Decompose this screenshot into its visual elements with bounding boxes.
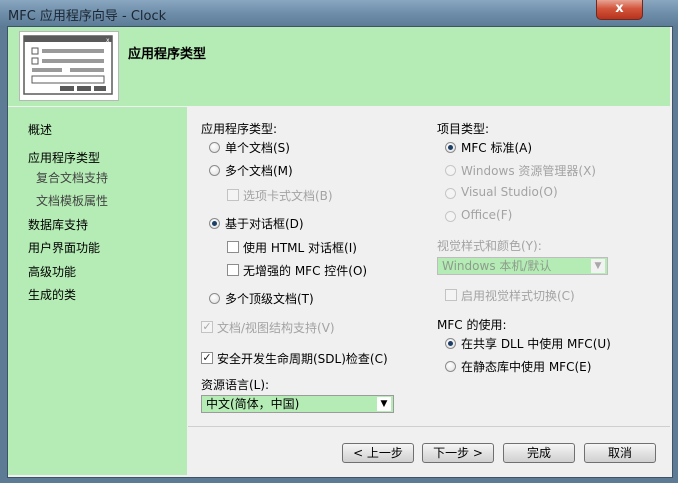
close-button[interactable]: x: [596, 0, 643, 20]
office-label: Office(F): [461, 208, 513, 222]
chevron-down-icon[interactable]: ▼: [591, 259, 605, 273]
check-icon: ✓: [202, 351, 212, 364]
wizard-illustration-icon: x: [19, 31, 119, 101]
nav-item-advanced[interactable]: 高级功能: [28, 263, 76, 280]
resource-lang-combo[interactable]: 中文(简体，中国) ▼: [201, 395, 394, 413]
visual-style-value: Windows 本机/默认: [442, 259, 552, 273]
app-type-label: 应用程序类型:: [201, 122, 278, 136]
html-dialog-checkbox[interactable]: [227, 241, 239, 253]
multi-doc-radio[interactable]: [209, 165, 220, 176]
check-icon: ✓: [202, 320, 212, 333]
nav-item-app-type[interactable]: 应用程序类型: [28, 149, 100, 166]
single-doc-radio[interactable]: [209, 142, 220, 153]
finish-button[interactable]: 完成: [503, 443, 575, 463]
dialog-based-radio[interactable]: [209, 218, 220, 229]
resource-lang-value: 中文(简体，中国): [206, 397, 300, 411]
mfc-use-label: MFC 的使用:: [437, 318, 507, 332]
sdl-checks-checkbox[interactable]: ✓: [201, 352, 213, 364]
nav-item-doc-template[interactable]: 文档模板属性: [36, 192, 108, 209]
doc-view-checkbox[interactable]: ✓: [201, 321, 213, 333]
no-enhanced-mfc-label: 无增强的 MFC 控件(O): [243, 264, 368, 278]
nav-item-compound-doc[interactable]: 复合文档支持: [36, 169, 108, 186]
button-divider: [188, 426, 670, 427]
visual-studio-radio[interactable]: [445, 188, 456, 199]
enable-style-switch-checkbox[interactable]: [445, 289, 457, 301]
explorer-radio[interactable]: [445, 165, 456, 176]
cancel-button[interactable]: 取消: [584, 443, 656, 463]
visual-studio-label: Visual Studio(O): [461, 185, 558, 199]
wizard-nav: 概述 应用程序类型 复合文档支持 文档模板属性 数据库支持 用户界面功能 高级功…: [8, 107, 187, 475]
nav-item-database[interactable]: 数据库支持: [28, 216, 88, 233]
html-dialog-label: 使用 HTML 对话框(I): [243, 241, 357, 255]
back-button[interactable]: < 上一步: [342, 443, 414, 463]
visual-style-label: 视觉样式和颜色(Y):: [437, 239, 542, 253]
single-doc-label: 单个文档(S): [225, 141, 290, 155]
no-enhanced-mfc-checkbox[interactable]: [227, 264, 239, 276]
next-button[interactable]: 下一步 >: [422, 443, 494, 463]
nav-item-generated-classes[interactable]: 生成的类: [28, 286, 76, 303]
visual-style-combo[interactable]: Windows 本机/默认 ▼: [437, 257, 608, 275]
window-title: MFC 应用程序向导 - Clock: [8, 9, 167, 24]
svg-text:x: x: [106, 37, 110, 44]
mfc-standard-radio[interactable]: [445, 142, 456, 153]
enable-style-switch-label: 启用视觉样式切换(C): [461, 289, 575, 303]
mfc-static-label: 在静态库中使用 MFC(E): [461, 360, 592, 374]
mfc-static-radio[interactable]: [445, 361, 456, 372]
nav-item-ui-features[interactable]: 用户界面功能: [28, 239, 100, 256]
chevron-down-icon[interactable]: ▼: [377, 397, 391, 411]
tabbed-docs-checkbox[interactable]: [227, 189, 239, 201]
multi-doc-label: 多个文档(M): [225, 164, 293, 178]
nav-item-overview[interactable]: 概述: [28, 121, 52, 138]
multi-top-label: 多个顶级文档(T): [225, 292, 314, 306]
office-radio[interactable]: [445, 211, 456, 222]
sdl-checks-label: 安全开发生命周期(SDL)检查(C): [217, 352, 388, 366]
mfc-standard-label: MFC 标准(A): [461, 141, 533, 155]
close-icon: x: [615, 1, 624, 16]
multi-top-radio[interactable]: [209, 293, 220, 304]
mfc-shared-label: 在共享 DLL 中使用 MFC(U): [461, 337, 611, 351]
explorer-label: Windows 资源管理器(X): [461, 164, 596, 178]
doc-view-label: 文档/视图结构支持(V): [217, 321, 335, 335]
project-type-label: 项目类型:: [437, 122, 490, 136]
dialog-based-label: 基于对话框(D): [225, 217, 304, 231]
mfc-shared-radio[interactable]: [445, 338, 456, 349]
page-title: 应用程序类型: [128, 47, 207, 62]
resource-lang-label: 资源语言(L):: [201, 378, 270, 392]
tabbed-docs-label: 选项卡式文档(B): [243, 189, 333, 203]
